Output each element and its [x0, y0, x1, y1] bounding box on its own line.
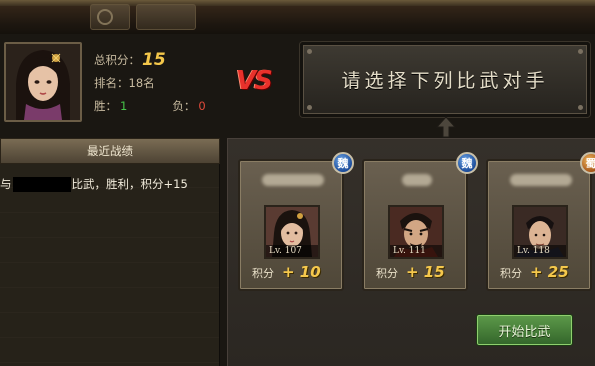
opponent-card-3[interactable]: Lv. 118 积分 + 25	[486, 159, 592, 291]
recent-record-header: 最近战绩	[0, 138, 220, 164]
losses-label: 负：	[172, 98, 196, 113]
total-points-label: 总积分：	[94, 52, 140, 67]
faction-badge-icon: 魏	[456, 152, 478, 174]
wins-label: 胜：	[94, 98, 117, 113]
opponent-name-blurred	[510, 174, 572, 186]
losses-value: 0	[198, 98, 206, 113]
wins-value: 1	[120, 98, 128, 113]
rank-text: 排名：18名	[94, 75, 155, 90]
opponent-portrait: Lv. 118	[512, 205, 568, 259]
opponent-portrait: Lv. 111	[388, 205, 444, 259]
points-value: + 15	[406, 263, 445, 281]
opponent-level: Lv. 118	[514, 245, 566, 257]
faction-badge-icon: 蜀	[580, 152, 595, 174]
select-opponent-banner: 请选择下列比武对手	[300, 42, 590, 117]
up-arrow-icon	[436, 116, 456, 138]
opponent-level: Lv. 111	[390, 245, 442, 257]
top-menu-strip	[0, 0, 595, 34]
points-value: + 25	[530, 263, 569, 281]
total-points-row: 总积分： 15	[94, 48, 206, 71]
banner-rivet	[307, 49, 312, 54]
banner-rivet	[578, 105, 583, 110]
opponent-name-blurred	[402, 174, 432, 186]
top-menu-tab[interactable]	[136, 4, 196, 30]
recent-entry-suffix: 比武，胜利，积分+15	[71, 177, 188, 191]
recent-record-panel: 最近战绩 与 比武，胜利，积分+15	[0, 138, 220, 366]
recent-entry-prefix: 与	[0, 177, 12, 191]
opponent-points: 积分 + 15	[376, 263, 445, 281]
points-label: 积分	[252, 267, 274, 280]
top-menu-tab[interactable]	[90, 4, 130, 30]
start-duel-button[interactable]: 开始比武	[476, 314, 573, 346]
total-points-value: 15	[142, 49, 166, 70]
recent-record-entry: 与 比武，胜利，积分+15	[0, 176, 188, 192]
opponent-level: Lv. 107	[266, 245, 318, 257]
points-value: + 10	[282, 263, 321, 281]
points-label: 积分	[500, 267, 522, 280]
opponent-name-blurred	[262, 174, 324, 186]
faction-badge-icon: 魏	[332, 152, 354, 174]
vs-emblem: VS	[236, 66, 273, 96]
record-row: 胜： 1 负： 0	[94, 94, 206, 117]
opponent-card-1[interactable]: Lv. 107 积分 + 10	[238, 159, 344, 291]
player-portrait	[4, 42, 82, 122]
points-label: 积分	[376, 267, 398, 280]
player-portrait-art	[6, 44, 80, 120]
rank-row: 排名：18名	[94, 71, 206, 94]
opponent-points: 积分 + 10	[252, 263, 321, 281]
opponent-card-2[interactable]: Lv. 111 积分 + 15	[362, 159, 468, 291]
opponent-points: 积分 + 25	[500, 263, 569, 281]
banner-rivet	[578, 49, 583, 54]
redacted-opponent-name	[12, 176, 71, 192]
banner-rivet	[307, 105, 312, 110]
select-opponent-text: 请选择下列比武对手	[341, 70, 549, 92]
player-stats: 总积分： 15 排名：18名 胜： 1 负： 0	[94, 48, 206, 117]
menu-icon	[97, 9, 113, 25]
opponent-portrait: Lv. 107	[264, 205, 320, 259]
